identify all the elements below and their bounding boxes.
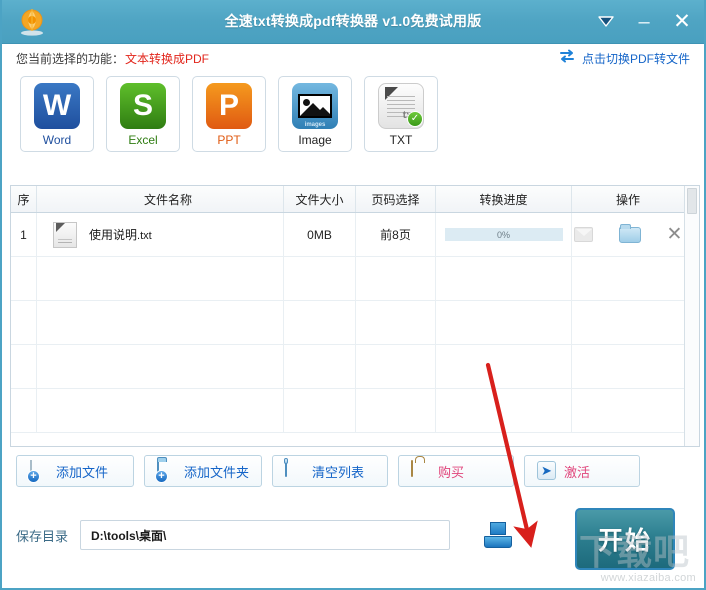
table-scrollbar[interactable] — [684, 186, 699, 446]
save-directory-row: 保存目录 D:\tools\桌面\ — [16, 520, 513, 550]
cell-index: 1 — [11, 213, 37, 256]
column-header-filename: 文件名称 — [37, 186, 284, 212]
clear-list-button[interactable]: 清空列表 — [272, 455, 388, 487]
add-file-button[interactable]: + 添加文件 — [16, 455, 134, 487]
add-file-label: 添加文件 — [56, 464, 109, 480]
arrow-right-icon: ➤ — [537, 461, 557, 481]
cell-pages[interactable]: 前8页 — [356, 213, 436, 256]
table-body: 1 使用说明.txt 0MB 前8页 0% ✕ — [11, 213, 684, 446]
close-button[interactable]: ✕ — [670, 10, 694, 34]
column-header-pages: 页码选择 — [356, 186, 436, 212]
table-row[interactable]: 1 使用说明.txt 0MB 前8页 0% ✕ — [11, 213, 684, 257]
cell-filesize: 0MB — [284, 213, 356, 256]
start-button[interactable]: 开始 — [575, 508, 675, 570]
add-folder-button[interactable]: + 添加文件夹 — [144, 455, 262, 487]
activate-label: 激活 — [564, 464, 591, 480]
column-header-actions: 操作 — [615, 192, 640, 207]
table-row-empty — [11, 389, 684, 433]
picture-glyph — [298, 94, 332, 118]
table-row-empty — [11, 301, 684, 345]
ppt-icon: P — [206, 83, 252, 129]
buy-label: 购买 — [438, 464, 465, 480]
format-button-excel[interactable]: S Excel — [106, 76, 180, 152]
cell-actions: ✕ — [572, 213, 684, 256]
column-header-filesize: 文件大小 — [284, 186, 356, 212]
excel-glyph: S — [132, 89, 153, 122]
window-controls: – ✕ — [594, 0, 694, 44]
application-window: 全速txt转换成pdf转换器 v1.0免费试用版 – ✕ 您当前选择的功能： 文… — [0, 0, 706, 590]
function-value: 文本转换成PDF — [125, 51, 210, 66]
add-folder-label: 添加文件夹 — [184, 464, 250, 480]
cell-progress: 0% — [436, 213, 572, 256]
trash-icon — [285, 460, 305, 481]
word-icon: W — [34, 83, 80, 129]
add-file-icon: + — [27, 460, 49, 483]
save-directory-input[interactable]: D:\tools\桌面\ — [80, 520, 451, 550]
file-table-inner: 序 文件名称 文件大小 页码选择 转换进度 操作 1 使用说明.txt 0MB … — [11, 186, 684, 446]
format-label-image: Image — [298, 133, 332, 147]
cell-filename: 使用说明.txt — [37, 213, 284, 256]
title-bar: 全速txt转换成pdf转换器 v1.0免费试用版 – ✕ — [2, 0, 704, 44]
format-button-word[interactable]: W Word — [20, 76, 94, 152]
function-label: 您当前选择的功能： — [16, 51, 125, 66]
activate-button[interactable]: ➤ 激活 — [524, 455, 640, 487]
progress-bar: 0% — [444, 228, 563, 241]
buy-button[interactable]: 购买 — [398, 455, 514, 487]
format-button-image[interactable]: images Image — [278, 76, 352, 152]
chevron-down-icon[interactable] — [594, 10, 618, 34]
image-icon: images — [292, 83, 338, 129]
format-label-excel: Excel — [128, 133, 158, 147]
table-header-row: 序 文件名称 文件大小 页码选择 转换进度 操作 — [11, 186, 684, 213]
txt-icon: txt ✓ — [378, 83, 424, 129]
switch-mode-link[interactable]: 点击切换PDF转文件 — [558, 44, 690, 72]
open-folder-icon[interactable] — [618, 223, 641, 243]
format-button-txt[interactable]: txt ✓ TXT — [364, 76, 438, 152]
image-icon-caption: images — [304, 122, 326, 128]
format-label-ppt: PPT — [217, 133, 241, 147]
column-header-progress: 转换进度 — [436, 186, 572, 212]
filename-ext: .txt — [137, 230, 152, 242]
remove-icon[interactable]: ✕ — [667, 225, 683, 244]
scrollbar-thumb[interactable] — [687, 188, 697, 214]
check-badge-icon: ✓ — [407, 111, 423, 127]
ppt-glyph: P — [218, 89, 239, 122]
save-directory-label: 保存目录 — [16, 528, 69, 544]
mountain-shape-2 — [314, 107, 330, 116]
preview-icon[interactable] — [573, 227, 593, 242]
bottom-toolbar: + 添加文件 + 添加文件夹 清空列表 购买 ➤ 激活 — [16, 455, 640, 487]
function-bar: 您当前选择的功能： 文本转换成PDF 点击切换PDF转文件 — [2, 44, 704, 72]
save-tray-icon[interactable] — [484, 522, 513, 548]
filename-text: 使用说明.txt — [89, 226, 152, 243]
file-table: 序 文件名称 文件大小 页码选择 转换进度 操作 1 使用说明.txt 0MB … — [10, 185, 700, 447]
txt-file-icon — [53, 221, 77, 248]
progress-text: 0% — [496, 229, 510, 240]
switch-mode-label: 点击切换PDF转文件 — [581, 51, 690, 66]
format-button-ppt[interactable]: P PPT — [192, 76, 266, 152]
swap-arrows-icon — [558, 49, 576, 68]
format-buttons: W Word S Excel P PPT images Image ✓ TXT — [2, 72, 704, 152]
format-label-txt: TXT — [389, 133, 413, 147]
shopping-bag-icon — [411, 460, 431, 481]
minimize-button[interactable]: – — [632, 10, 656, 34]
add-folder-icon: + — [155, 460, 177, 483]
filename-base: 使用说明 — [89, 228, 138, 242]
column-header-index: 序 — [11, 186, 37, 212]
word-glyph: W — [42, 89, 72, 122]
table-row-empty — [11, 257, 684, 301]
format-label-word: Word — [42, 133, 72, 147]
txt-document-glyph: txt ✓ — [383, 87, 423, 127]
clear-list-label: 清空列表 — [312, 464, 365, 480]
excel-icon: S — [120, 83, 166, 129]
table-row-empty — [11, 345, 684, 389]
watermark-text: www.xiazaiba.com — [600, 572, 696, 584]
